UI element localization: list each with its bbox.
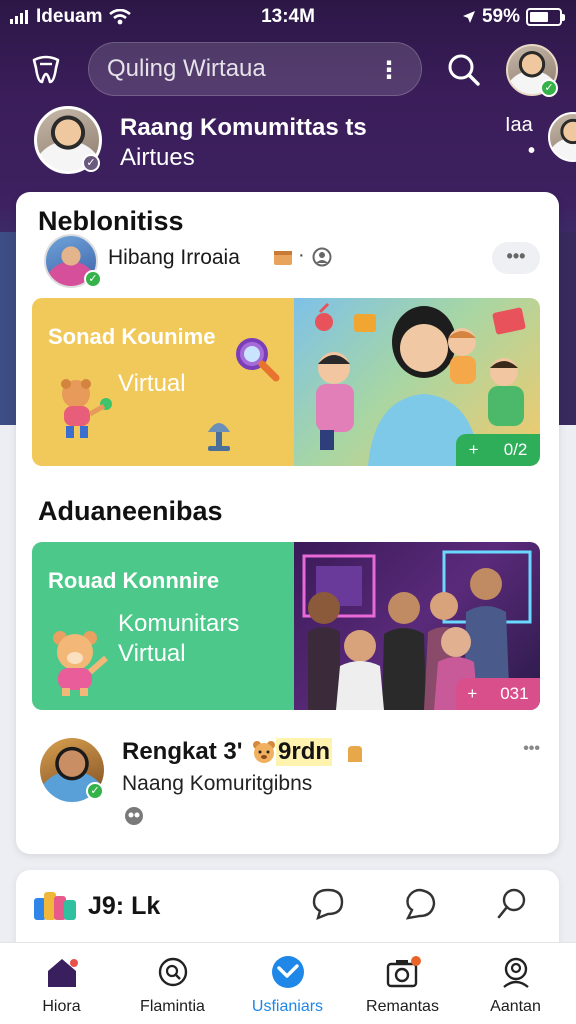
community-subtitle: Airtues xyxy=(120,144,195,171)
status-bar: Ideuam 13:4M 59% xyxy=(0,0,576,34)
section-title-1: Neblonitiss xyxy=(38,206,184,236)
app-logo-icon xyxy=(34,892,76,920)
nav-home-label: Hiora xyxy=(42,998,81,1015)
lamp-icon xyxy=(208,423,230,451)
check-icon: ✓ xyxy=(82,154,100,172)
search-input[interactable] xyxy=(107,55,377,83)
tooth-icon xyxy=(32,55,60,84)
community-header: ✓ Raang Komumittas ts Airtues Iaa • xyxy=(0,104,576,184)
search-alt-icon[interactable] xyxy=(494,886,530,922)
nav-search[interactable]: Flamintia xyxy=(115,943,230,1024)
box-icon xyxy=(274,251,292,265)
member-avatar[interactable] xyxy=(548,112,576,162)
camera-icon xyxy=(386,956,421,988)
chat-bubble-icon[interactable] xyxy=(310,886,346,922)
community-name: Raang Komumittas ts xyxy=(120,114,367,141)
banner-1[interactable]: Sonad Kounime Virtual + 0/2 xyxy=(32,298,540,466)
nav-messages-label: Usfianiars xyxy=(251,998,324,1015)
nav-home[interactable]: Hiora xyxy=(4,943,119,1024)
magnifier-icon xyxy=(236,338,280,382)
post-header: ✓ Hibang Irroaia · ••• xyxy=(44,234,544,290)
nav-camera[interactable]: Remantas xyxy=(345,943,460,1024)
banner-2-text-panel: Rouad Konnnire Komunitars Virtual xyxy=(32,542,294,710)
side-label: Iaa xyxy=(505,114,533,136)
comment-icon[interactable] xyxy=(402,886,438,922)
battery-icon xyxy=(526,8,565,26)
profile-icon xyxy=(503,957,529,988)
top-bar: ⋮ ✓ xyxy=(0,42,576,98)
post-more-button[interactable]: ••• xyxy=(492,242,540,274)
badge-2-plus: + xyxy=(467,684,478,703)
section-title-2: Aduaneenibas xyxy=(38,496,223,526)
person-subtitle: Naang Komuritgibns xyxy=(122,772,313,795)
badge-1-count: 0/2 xyxy=(503,440,528,459)
home-icon xyxy=(48,959,78,987)
banner-2-title: Rouad Konnnire xyxy=(48,568,220,593)
search-icon xyxy=(158,957,188,987)
feed-card: Neblonitiss ✓ Hibang Irroaia · ••• Sonad… xyxy=(16,192,559,854)
nav-search-label: Flamintia xyxy=(140,998,205,1015)
verified-icon: ✓ xyxy=(86,782,104,800)
search-icon xyxy=(448,54,480,86)
person-more-icon[interactable]: ••• xyxy=(523,740,540,758)
banner-1-text-panel: Sonad Kounime Virtual xyxy=(32,298,294,466)
location-arrow-icon xyxy=(462,11,475,23)
verified-icon: ✓ xyxy=(84,270,102,288)
quick-label: J9: Lk xyxy=(88,892,161,920)
battery-percent: 59% xyxy=(481,6,520,27)
chat-icon xyxy=(272,956,304,988)
banner-2[interactable]: Rouad Konnnire Komunitars Virtual + 031 xyxy=(32,542,540,710)
more-vertical-icon[interactable]: ⋮ xyxy=(377,56,401,85)
banner-1-title: Sonad Kounime xyxy=(48,324,216,349)
verified-icon: ✓ xyxy=(540,79,558,97)
search-bar[interactable]: ⋮ xyxy=(88,42,422,96)
nav-messages[interactable]: Usfianiars xyxy=(230,943,345,1024)
search-button[interactable] xyxy=(444,50,484,90)
person-post[interactable]: ✓ Rengkat 3' 9rdn Naang Komuritgibns ••• xyxy=(40,736,540,825)
group-icon xyxy=(125,807,143,825)
people-icon xyxy=(312,247,332,267)
poster-name: Hibang Irroaia xyxy=(108,246,240,269)
hand-emoji-icon xyxy=(348,746,362,762)
badge-1-plus: + xyxy=(468,440,479,459)
banner-2-subtitle-1: Komunitars xyxy=(118,610,240,637)
bottom-navigation: Hiora Flamintia Usfianiars Remantas Aant… xyxy=(0,942,576,1024)
badge-2-count: 031 xyxy=(500,684,529,703)
bear-emoji-icon xyxy=(253,741,275,763)
banner-2-subtitle-2: Virtual xyxy=(118,640,186,667)
banner-2-badge[interactable]: + 031 xyxy=(456,678,540,710)
emoji-label: 9rdn xyxy=(276,738,333,766)
kid-illustration-icon xyxy=(61,379,112,438)
side-dot: • xyxy=(528,140,536,162)
person-name: Rengkat 3' xyxy=(122,738,243,765)
bear-illustration-icon xyxy=(53,631,108,696)
nav-camera-label: Remantas xyxy=(366,998,439,1015)
banner-1-badge[interactable]: + 0/2 xyxy=(456,434,540,466)
nav-profile[interactable]: Aantan xyxy=(458,943,573,1024)
banner-1-subtitle: Virtual xyxy=(118,370,186,397)
nav-profile-label: Aantan xyxy=(490,998,541,1015)
app-menu-button[interactable] xyxy=(26,50,66,90)
separator-dot: · xyxy=(298,244,305,266)
